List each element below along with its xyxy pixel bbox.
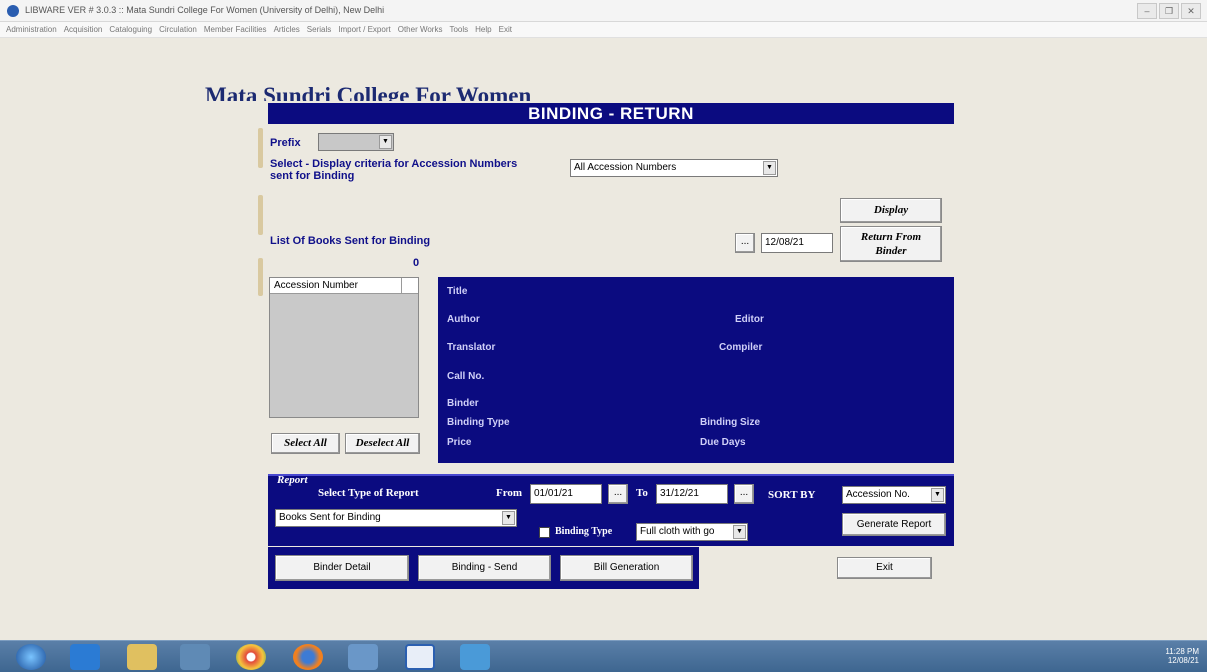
display-button[interactable]: Display [840,198,942,223]
menu-acquisition[interactable]: Acquisition [64,22,103,37]
book-details-panel [438,277,954,463]
select-type-label: Select Type of Report [318,487,419,499]
minimize-button[interactable]: – [1137,3,1157,19]
clock-date[interactable]: 12/08/21 [1165,656,1199,665]
window-title: LIBWARE VER # 3.0.3 :: Mata Sundri Colle… [25,5,385,15]
chevron-down-icon: ▼ [502,511,515,525]
to-label: To [636,487,648,499]
accession-number-column[interactable]: Accession Number [270,278,402,293]
internet-explorer-icon[interactable] [70,644,100,670]
binding-type-select[interactable]: Full cloth with go ▼ [636,523,748,541]
decor-bar [258,195,263,235]
from-date-picker-button[interactable]: ... [608,484,628,504]
form-header: BINDING - RETURN [268,103,954,124]
menu-articles[interactable]: Articles [274,22,300,37]
decor-bar [258,258,263,296]
menu-import-export[interactable]: Import / Export [338,22,390,37]
word-icon[interactable] [405,644,435,670]
binder-detail-button[interactable]: Binder Detail [275,555,409,581]
binding-send-button[interactable]: Binding - Send [418,555,551,581]
count-label: 0 [413,257,420,269]
to-date-input[interactable]: 31/12/21 [656,484,728,504]
list-header: Accession Number [270,278,418,294]
media-player-icon[interactable] [180,644,210,670]
deselect-all-button[interactable]: Deselect All [345,433,420,454]
bill-generation-button[interactable]: Bill Generation [560,555,693,581]
menu-bar: Administration Acquisition Cataloguing C… [0,22,1207,38]
menu-member-facilities[interactable]: Member Facilities [204,22,267,37]
sort-by-label: SORT BY [768,489,816,501]
window-controls: – ❐ ✕ [1137,3,1201,19]
taskbar: 11:28 PM 12/08/21 [0,640,1207,672]
editor-label: Editor [735,314,764,325]
menu-circulation[interactable]: Circulation [159,22,197,37]
prefix-label: Prefix [270,137,301,149]
binding-type-filter-label: Binding Type [555,526,613,537]
list-label: List Of Books Sent for Binding [270,235,431,247]
prefix-select[interactable]: ▼ [318,133,394,151]
chevron-down-icon: ▼ [733,525,746,539]
select-all-button[interactable]: Select All [271,433,340,454]
sort-by-select[interactable]: Accession No. ▼ [842,486,946,504]
binding-size-label: Binding Size [700,417,760,428]
menu-tools[interactable]: Tools [449,22,468,37]
price-label: Price [447,437,472,448]
clock-time[interactable]: 11:28 PM [1165,647,1199,656]
generate-report-button[interactable]: Generate Report [842,513,946,536]
decor-bar [258,128,263,168]
binding-type-label: Binding Type [447,417,510,428]
accession-list[interactable]: Accession Number [269,277,419,418]
return-from-binder-button[interactable]: Return From Binder [840,226,942,262]
return-date-input[interactable]: 12/08/21 [761,233,833,253]
chevron-down-icon: ▼ [931,488,944,502]
maximize-button[interactable]: ❐ [1159,3,1179,19]
screen-icon[interactable] [348,644,378,670]
criteria-label: Select - Display criteria for Accession … [270,158,518,170]
menu-cataloguing[interactable]: Cataloguing [109,22,152,37]
to-date-picker-button[interactable]: ... [734,484,754,504]
binder-label: Binder [447,398,479,409]
criteria-label-2: sent for Binding [270,170,355,182]
menu-exit[interactable]: Exit [499,22,512,37]
folder-icon[interactable] [127,644,157,670]
date-picker-button[interactable]: ... [735,233,755,253]
menu-administration[interactable]: Administration [6,22,57,37]
compiler-label: Compiler [719,342,763,353]
author-label: Author [447,314,480,325]
college-name: Mata Sundri College For Women [205,83,532,101]
exit-button[interactable]: Exit [837,557,932,579]
binding-type-checkbox[interactable] [539,527,550,538]
translator-label: Translator [447,342,496,353]
title-label: Title [447,286,468,297]
call-no-label: Call No. [447,371,485,382]
close-button[interactable]: ✕ [1181,3,1201,19]
menu-other-works[interactable]: Other Works [398,22,443,37]
system-tray: 11:28 PM 12/08/21 [1165,647,1199,665]
menu-serials[interactable]: Serials [307,22,331,37]
from-label: From [496,487,523,499]
criteria-select[interactable]: All Accession Numbers ▼ [570,159,778,177]
firefox-icon[interactable] [293,644,323,670]
libware-icon[interactable] [460,644,490,670]
due-days-label: Due Days [700,437,746,448]
from-date-input[interactable]: 01/01/21 [530,484,602,504]
chrome-icon[interactable] [236,644,266,670]
app-icon [7,5,19,17]
chevron-down-icon: ▼ [379,135,392,149]
title-bar: LIBWARE VER # 3.0.3 :: Mata Sundri Colle… [0,0,1207,22]
report-title: Report [277,474,308,486]
report-type-select[interactable]: Books Sent for Binding ▼ [275,509,517,527]
start-icon[interactable] [16,644,46,670]
chevron-down-icon: ▼ [763,161,776,175]
menu-help[interactable]: Help [475,22,491,37]
